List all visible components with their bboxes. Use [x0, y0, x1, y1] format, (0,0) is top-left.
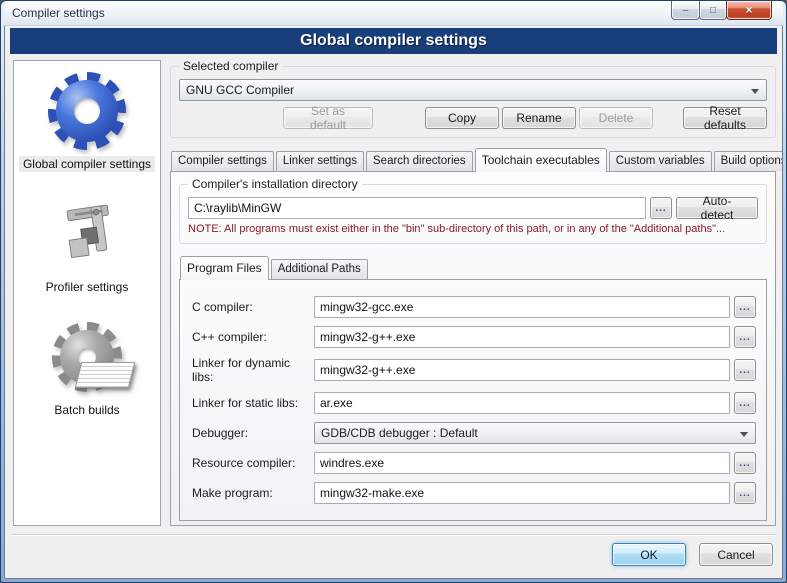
cancel-button[interactable]: Cancel: [699, 543, 773, 566]
maximize-button[interactable]: □: [699, 1, 727, 20]
close-icon: ×: [745, 3, 752, 17]
c-compiler-input[interactable]: [314, 296, 730, 318]
titlebar[interactable]: Compiler settings: [4, 1, 783, 26]
sidebar-item-profiler-settings[interactable]: Profiler settings: [14, 194, 160, 295]
caliper-icon: [47, 194, 127, 274]
dynamic-linker-label: Linker for dynamic libs:: [192, 356, 314, 384]
tab-additional-paths[interactable]: Additional Paths: [271, 259, 368, 279]
installation-directory-note: NOTE: All programs must exist either in …: [188, 223, 758, 235]
dynamic-linker-row: Linker for dynamic libs: ...: [192, 356, 756, 384]
debugger-select[interactable]: GDB/CDB debugger : Default: [314, 422, 756, 444]
compiler-settings-window: Compiler settings – □ × Global compiler …: [0, 0, 787, 583]
cpp-compiler-input[interactable]: [314, 326, 730, 348]
dynamic-linker-browse-button[interactable]: ...: [734, 359, 756, 381]
tab-search-directories[interactable]: Search directories: [366, 151, 473, 171]
dialog-client-area: Global compiler settings Global compiler…: [4, 26, 783, 579]
rename-button[interactable]: Rename: [502, 107, 576, 129]
make-program-row: Make program: ...: [192, 482, 756, 504]
resource-compiler-input[interactable]: [314, 452, 730, 474]
sidebar-item-label: Global compiler settings: [19, 156, 155, 172]
blue-gear-icon: [47, 71, 127, 151]
static-linker-browse-button[interactable]: ...: [734, 392, 756, 414]
selected-compiler-group: Selected compiler GNU GCC Compiler Set a…: [170, 66, 776, 138]
page-title: Global compiler settings: [10, 28, 777, 54]
dynamic-linker-input[interactable]: [314, 359, 730, 381]
toolchain-executables-page: Compiler's installation directory ... Au…: [170, 171, 776, 526]
set-as-default-button[interactable]: Set as default: [283, 107, 373, 129]
sidebar-item-global-compiler-settings[interactable]: Global compiler settings: [14, 71, 160, 172]
tab-build-options[interactable]: Build options: [714, 151, 783, 171]
tab-program-files[interactable]: Program Files: [180, 256, 269, 280]
c-compiler-row: C compiler: ...: [192, 296, 756, 318]
resource-compiler-label: Resource compiler:: [192, 456, 314, 470]
minimize-icon: –: [683, 5, 689, 16]
debugger-label: Debugger:: [192, 426, 314, 440]
compiler-settings-tabs: Compiler settings Linker settings Search…: [170, 148, 776, 171]
dropdown-arrow-icon: [740, 432, 748, 437]
sidebar-item-label: Profiler settings: [42, 279, 133, 295]
tab-linker-settings[interactable]: Linker settings: [276, 151, 364, 171]
dialog-footer: OK Cancel: [11, 534, 776, 578]
resource-compiler-row: Resource compiler: ...: [192, 452, 756, 474]
make-program-label: Make program:: [192, 486, 314, 500]
installation-directory-label: Compiler's installation directory: [188, 177, 362, 191]
dropdown-arrow-icon: [751, 89, 759, 94]
cpp-compiler-browse-button[interactable]: ...: [734, 326, 756, 348]
sidebar-item-batch-builds[interactable]: Batch builds: [14, 317, 160, 418]
maximize-icon: □: [710, 5, 716, 16]
static-linker-row: Linker for static libs: ...: [192, 392, 756, 414]
static-linker-label: Linker for static libs:: [192, 396, 314, 410]
program-files-tabs: Program Files Additional Paths: [179, 256, 767, 279]
tab-toolchain-executables[interactable]: Toolchain executables: [475, 148, 607, 172]
tab-compiler-settings[interactable]: Compiler settings: [171, 151, 274, 171]
installation-directory-group: Compiler's installation directory ... Au…: [179, 184, 767, 244]
static-linker-input[interactable]: [314, 392, 730, 414]
c-compiler-browse-button[interactable]: ...: [734, 296, 756, 318]
program-files-page: C compiler: ... C++ compiler: ... Linker…: [179, 279, 767, 521]
make-program-browse-button[interactable]: ...: [734, 482, 756, 504]
selected-compiler-label: Selected compiler: [179, 59, 282, 73]
tab-custom-variables[interactable]: Custom variables: [609, 151, 712, 171]
c-compiler-label: C compiler:: [192, 300, 314, 314]
delete-button[interactable]: Delete: [579, 107, 653, 129]
resource-compiler-browse-button[interactable]: ...: [734, 452, 756, 474]
ok-button[interactable]: OK: [612, 543, 686, 566]
debugger-select-value: GDB/CDB debugger : Default: [321, 426, 478, 440]
close-button[interactable]: ×: [726, 1, 772, 20]
auto-detect-button[interactable]: Auto-detect: [676, 197, 758, 219]
sidebar-item-label: Batch builds: [50, 402, 123, 418]
compiler-select[interactable]: GNU GCC Compiler: [179, 79, 767, 101]
compiler-select-value: GNU GCC Compiler: [186, 83, 294, 97]
debugger-row: Debugger: GDB/CDB debugger : Default: [192, 422, 756, 444]
settings-category-list: Global compiler settings: [13, 60, 161, 526]
copy-button[interactable]: Copy: [425, 107, 499, 129]
make-program-input[interactable]: [314, 482, 730, 504]
gray-gear-stack-icon: [47, 317, 127, 397]
reset-defaults-button[interactable]: Reset defaults: [683, 107, 767, 129]
minimize-button[interactable]: –: [671, 1, 700, 20]
window-controls: – □ ×: [671, 1, 772, 20]
window-title: Compiler settings: [12, 6, 105, 20]
installation-directory-browse-button[interactable]: ...: [650, 197, 672, 219]
cpp-compiler-row: C++ compiler: ...: [192, 326, 756, 348]
cpp-compiler-label: C++ compiler:: [192, 330, 314, 344]
installation-directory-input[interactable]: [188, 197, 646, 219]
